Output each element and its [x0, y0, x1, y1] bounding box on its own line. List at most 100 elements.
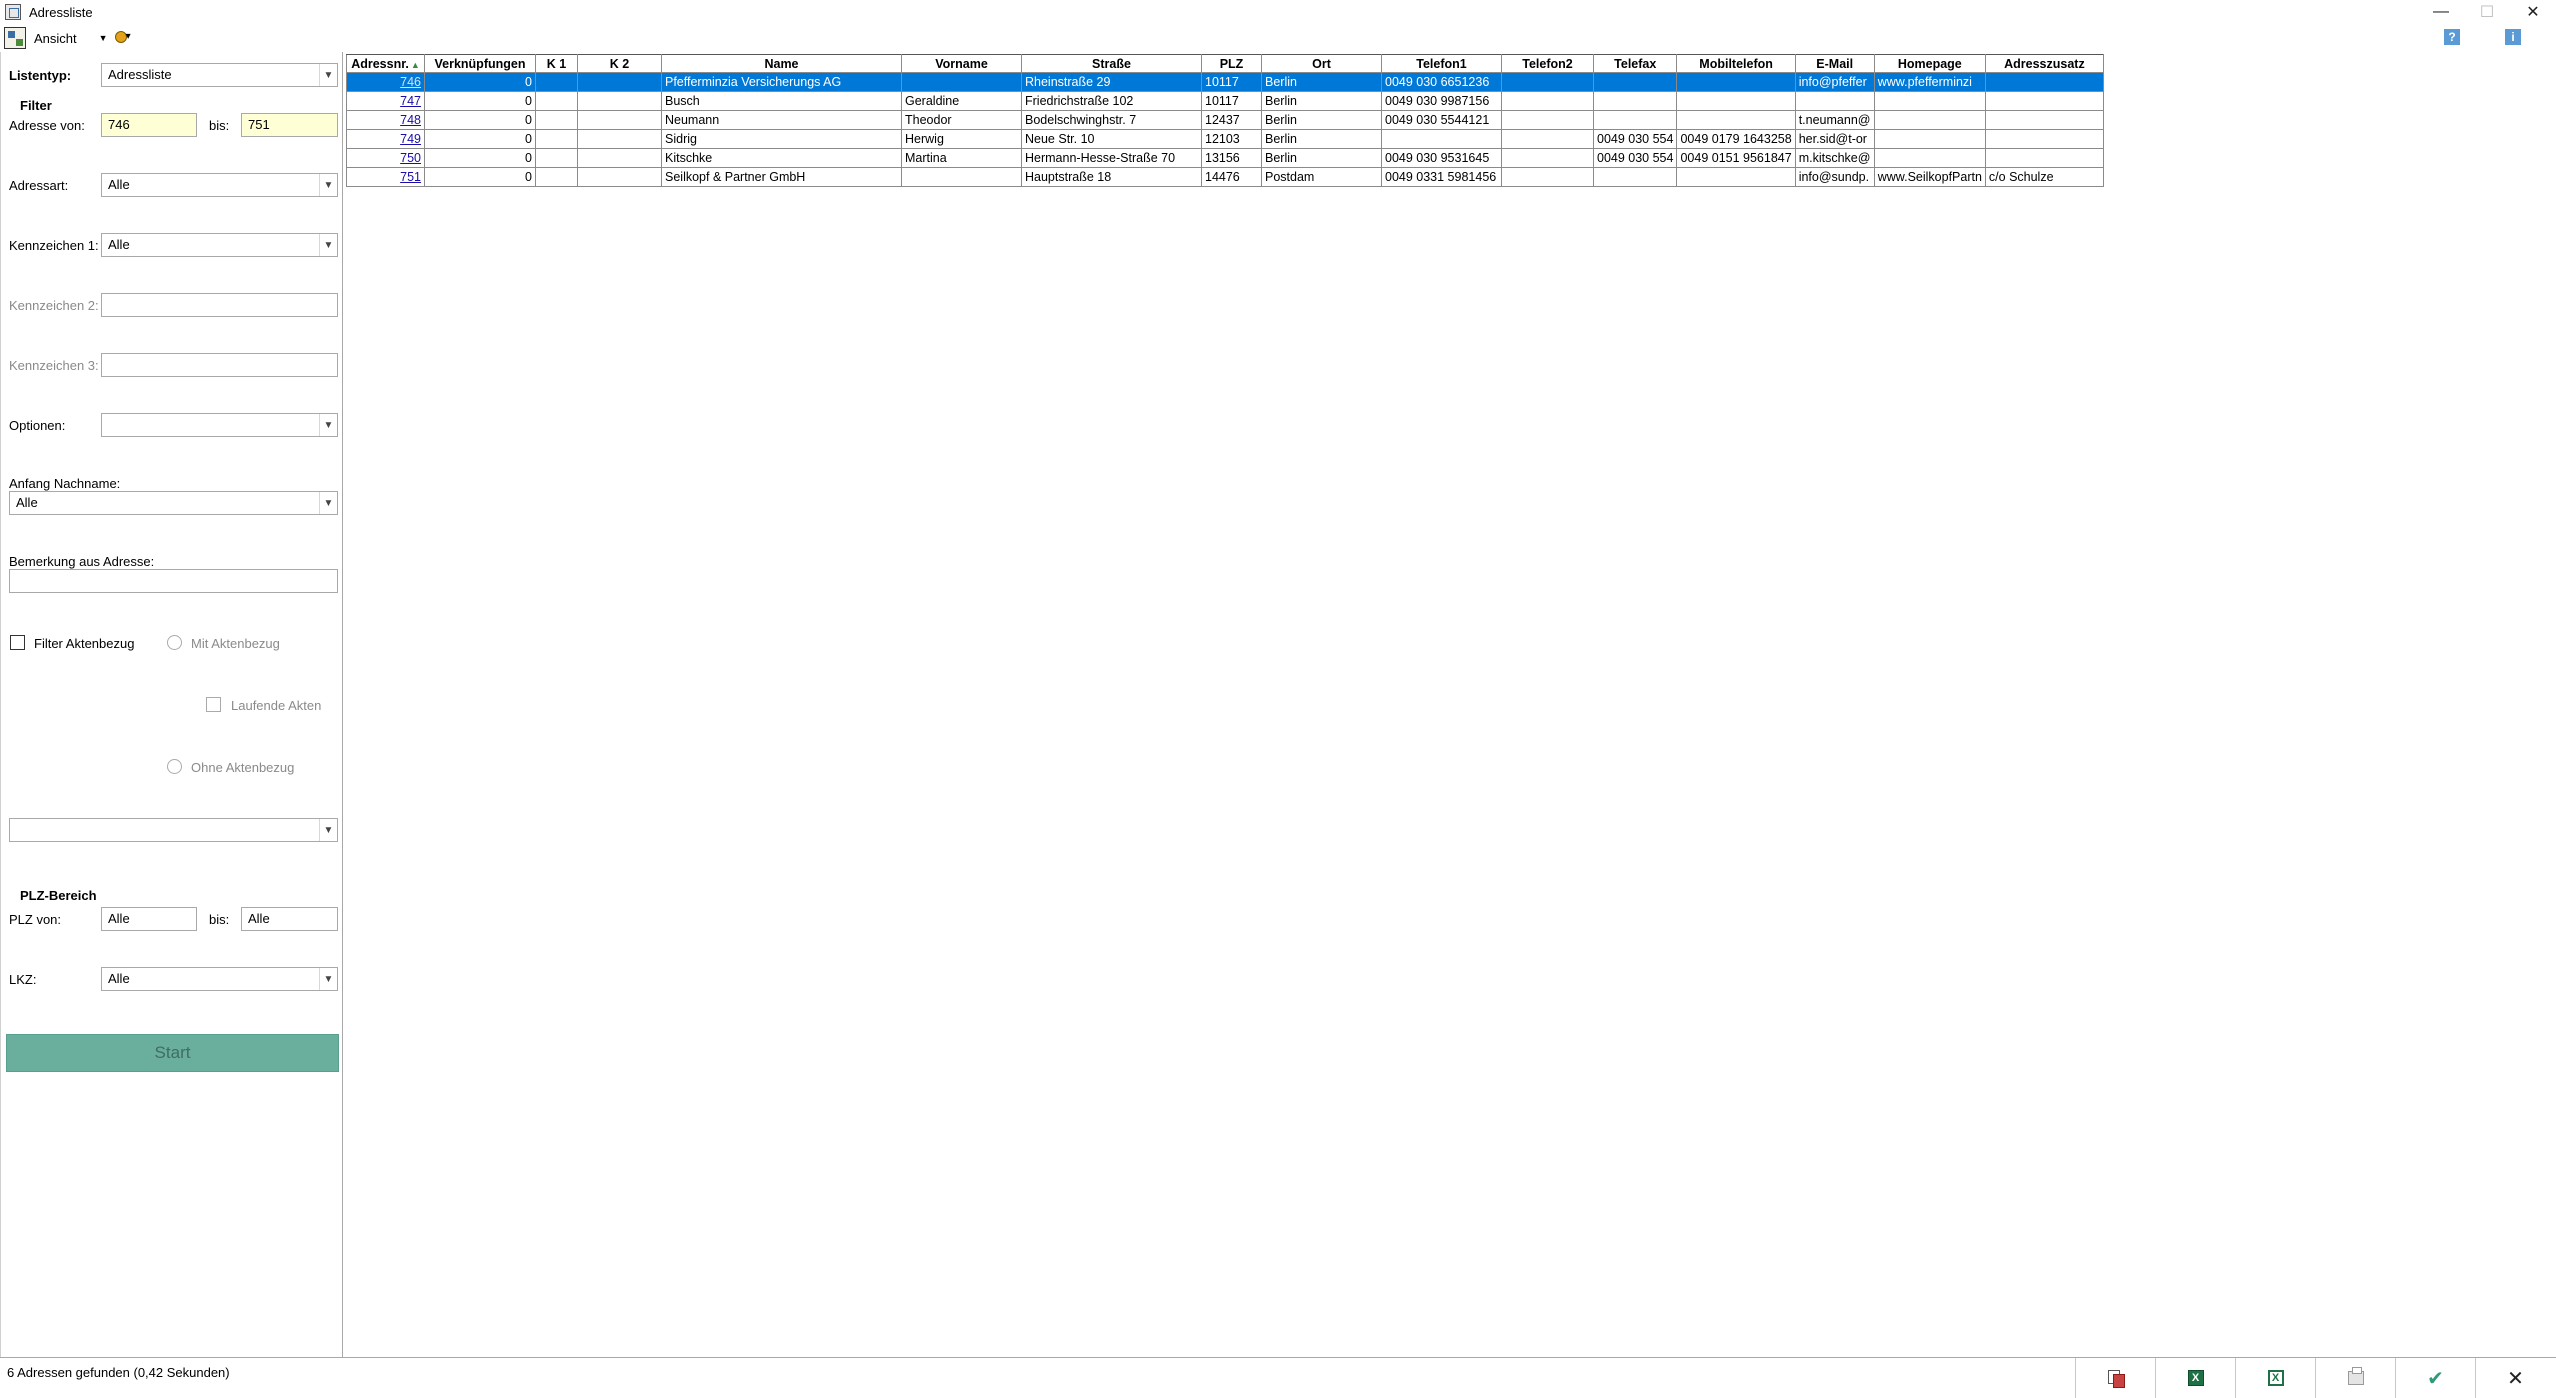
- laufende-akten-checkbox[interactable]: [206, 697, 221, 712]
- cell-k2: [577, 91, 662, 111]
- cell-adresszusatz: [1984, 110, 2104, 130]
- close-window-button[interactable]: ✕: [2510, 0, 2556, 24]
- cell-k1: [535, 91, 578, 111]
- cell-telefon1: [1381, 129, 1502, 149]
- chevron-down-icon[interactable]: ▼: [319, 174, 337, 196]
- column-header-adressnr[interactable]: Adressnr. ▲: [346, 54, 425, 73]
- column-header-k1[interactable]: K 1: [535, 54, 578, 73]
- column-header-strasse[interactable]: Straße: [1021, 54, 1202, 73]
- cell-telefax: 0049 030 554: [1592, 129, 1678, 149]
- column-header-vorname[interactable]: Vorname: [901, 54, 1022, 73]
- copy-icon: [2107, 1370, 2125, 1388]
- adressart-select[interactable]: Alle ▼: [101, 173, 338, 197]
- kennzeichen2-input[interactable]: [101, 293, 338, 317]
- table-header-row: Adressnr. ▲ Verknüpfungen K 1 K 2 Name Vo…: [346, 54, 2104, 73]
- adresse-von-input[interactable]: 746: [101, 113, 197, 137]
- cell-adresszusatz: c/o Schulze: [1984, 167, 2104, 187]
- cell-k2: [577, 167, 662, 187]
- cell-homepage: [1873, 148, 1986, 168]
- cell-vorname: Herwig: [901, 129, 1022, 149]
- cell-k2: [577, 129, 662, 149]
- table-row[interactable]: 751 0 Seilkopf & Partner GmbH Hauptstraß…: [346, 167, 2104, 187]
- cell-telefon1: 0049 030 5544121: [1381, 110, 1502, 130]
- cell-verknuepfungen: 0: [424, 72, 536, 92]
- column-header-name[interactable]: Name: [661, 54, 902, 73]
- view-menu[interactable]: Ansicht: [34, 31, 77, 46]
- listentyp-select[interactable]: Adressliste ▼: [101, 63, 338, 87]
- address-link[interactable]: 748: [400, 113, 421, 127]
- column-header-email[interactable]: E-Mail: [1794, 54, 1875, 73]
- cell-telefon2: [1501, 110, 1594, 130]
- kennzeichen1-select[interactable]: Alle ▼: [101, 233, 338, 257]
- cell-k2: [577, 148, 662, 168]
- column-header-telefax[interactable]: Telefax: [1592, 54, 1678, 73]
- address-link[interactable]: 746: [400, 75, 421, 89]
- start-button[interactable]: Start: [6, 1034, 339, 1072]
- column-header-mobiltelefon[interactable]: Mobiltelefon: [1676, 54, 1796, 73]
- table-row[interactable]: 750 0 Kitschke Martina Hermann-Hesse-Str…: [346, 148, 2104, 168]
- table-row[interactable]: 746 0 Pfefferminzia Versicherungs AG Rhe…: [346, 72, 2104, 92]
- lkz-select[interactable]: Alle ▼: [101, 967, 338, 991]
- mit-aktenbezug-radio[interactable]: [167, 635, 182, 650]
- column-header-k2[interactable]: K 2: [577, 54, 662, 73]
- view-icon[interactable]: [4, 27, 26, 49]
- bemerkung-input[interactable]: [9, 569, 338, 593]
- address-link[interactable]: 751: [400, 170, 421, 184]
- plz-von-input[interactable]: Alle: [101, 907, 197, 931]
- cell-homepage: www.SeilkopfPartn: [1873, 167, 1986, 187]
- column-header-adresszusatz[interactable]: Adresszusatz: [1984, 54, 2104, 73]
- cell-k2: [577, 72, 662, 92]
- column-header-telefon1[interactable]: Telefon1: [1381, 54, 1502, 73]
- copy-button[interactable]: [2075, 1358, 2155, 1398]
- plz-bis-input[interactable]: Alle: [241, 907, 338, 931]
- address-link[interactable]: 747: [400, 94, 421, 108]
- cancel-button[interactable]: ✕: [2475, 1358, 2555, 1398]
- column-header-ort[interactable]: Ort: [1261, 54, 1382, 73]
- address-link[interactable]: 750: [400, 151, 421, 165]
- chevron-down-icon[interactable]: ▼: [319, 968, 337, 990]
- column-header-homepage[interactable]: Homepage: [1873, 54, 1986, 73]
- chevron-down-icon[interactable]: ▼: [99, 33, 108, 43]
- excel-export-button[interactable]: X: [2155, 1358, 2235, 1398]
- ok-button[interactable]: ✔: [2395, 1358, 2475, 1398]
- aktenbezug-select[interactable]: ▼: [9, 818, 338, 842]
- adresse-bis-input[interactable]: 751: [241, 113, 338, 137]
- table-row[interactable]: 749 0 Sidrig Herwig Neue Str. 10 12103 B…: [346, 129, 2104, 149]
- notification-icon[interactable]: [112, 29, 132, 47]
- app-icon: [5, 4, 21, 20]
- cell-mobiltelefon: 0049 0151 9561847: [1676, 148, 1796, 168]
- column-header-telefon2[interactable]: Telefon2: [1501, 54, 1594, 73]
- table-row[interactable]: 748 0 Neumann Theodor Bodelschwinghstr. …: [346, 110, 2104, 130]
- info-icon[interactable]: i: [2505, 29, 2521, 45]
- chevron-down-icon[interactable]: ▼: [319, 414, 337, 436]
- cell-email: info@sundp.: [1794, 167, 1875, 187]
- mit-aktenbezug-label: Mit Aktenbezug: [191, 636, 280, 651]
- chevron-down-icon[interactable]: ▼: [319, 819, 337, 841]
- bemerkung-label: Bemerkung aus Adresse:: [9, 554, 155, 569]
- cell-adressnr: 747: [346, 91, 425, 111]
- kennzeichen3-input[interactable]: [101, 353, 338, 377]
- chevron-down-icon[interactable]: ▼: [319, 492, 337, 514]
- minimize-button[interactable]: —: [2418, 0, 2464, 24]
- cell-ort: Berlin: [1261, 110, 1382, 130]
- chevron-down-icon[interactable]: ▼: [319, 64, 337, 86]
- anfang-nachname-select[interactable]: Alle ▼: [9, 491, 338, 515]
- maximize-button[interactable]: ☐: [2464, 0, 2510, 24]
- ohne-aktenbezug-radio[interactable]: [167, 759, 182, 774]
- cell-telefon1: 0049 030 6651236: [1381, 72, 1502, 92]
- excel-open-button[interactable]: X: [2235, 1358, 2315, 1398]
- optionen-select[interactable]: ▼: [101, 413, 338, 437]
- table-row[interactable]: 747 0 Busch Geraldine Friedrichstraße 10…: [346, 91, 2104, 111]
- chevron-down-icon[interactable]: ▼: [319, 234, 337, 256]
- print-button[interactable]: [2315, 1358, 2395, 1398]
- results-grid-area: Adressnr. ▲ Verknüpfungen K 1 K 2 Name Vo…: [344, 52, 2556, 1357]
- cell-name: Busch: [661, 91, 902, 111]
- column-header-verknuepfungen[interactable]: Verknüpfungen: [424, 54, 536, 73]
- filter-aktenbezug-checkbox[interactable]: [10, 635, 25, 650]
- column-header-plz[interactable]: PLZ: [1201, 54, 1262, 73]
- address-link[interactable]: 749: [400, 132, 421, 146]
- cell-mobiltelefon: 0049 0179 1643258: [1676, 129, 1796, 149]
- cell-adressnr: 750: [346, 148, 425, 168]
- help-icon[interactable]: ?: [2444, 29, 2460, 45]
- cell-telefax: [1592, 167, 1678, 187]
